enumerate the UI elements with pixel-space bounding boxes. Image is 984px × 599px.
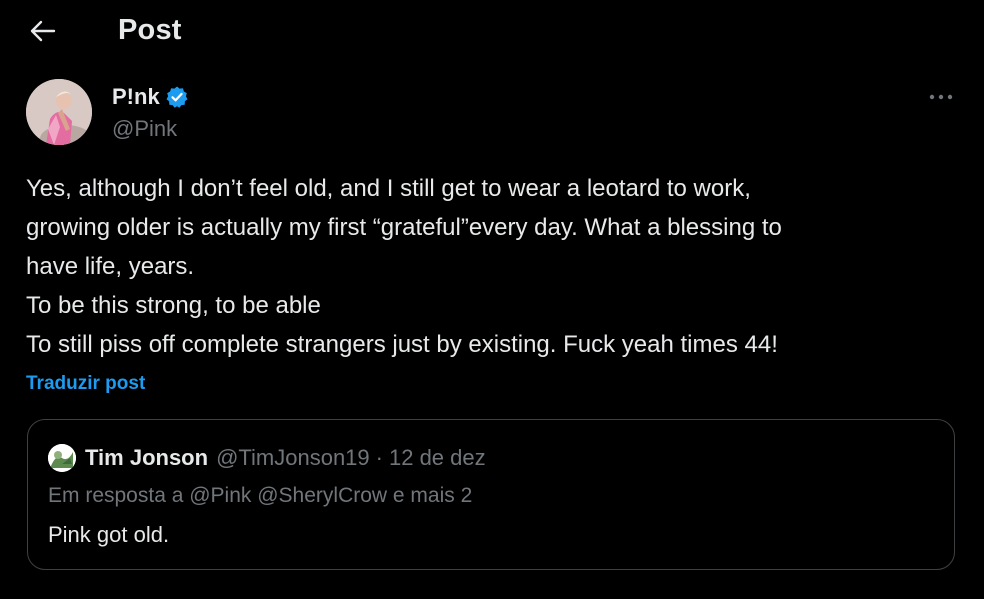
- quoted-author-avatar[interactable]: [48, 444, 76, 472]
- author-info: P!nk @Pink: [112, 83, 189, 142]
- post-text-line: have life, years.: [26, 253, 195, 280]
- arrow-left-icon: [30, 20, 56, 42]
- post-header: Post: [0, 0, 984, 66]
- more-options-button[interactable]: [922, 82, 960, 112]
- page-title: Post: [118, 14, 182, 46]
- post-text: Yes, although I don’t feel old, and I st…: [26, 169, 961, 364]
- author-name[interactable]: P!nk: [112, 84, 160, 110]
- author-avatar[interactable]: [26, 79, 92, 145]
- quoted-post-header: Tim Jonson @TimJonson19 · 12 de dez: [48, 444, 486, 472]
- more-horizontal-icon: [929, 94, 953, 100]
- quoted-post[interactable]: Tim Jonson @TimJonson19 · 12 de dez Em r…: [27, 419, 955, 570]
- quoted-post-date[interactable]: 12 de dez: [389, 445, 486, 471]
- quoted-author-handle[interactable]: @TimJonson19: [216, 445, 370, 471]
- reply-context: Em resposta a @Pink @SherylCrow e mais 2: [48, 484, 473, 507]
- separator-dot: ·: [375, 445, 383, 470]
- back-button[interactable]: [26, 14, 60, 48]
- post-text-line: growing older is actually my first “grat…: [26, 214, 782, 241]
- post-text-line: To still piss off complete strangers jus…: [26, 331, 778, 358]
- quoted-author-name[interactable]: Tim Jonson: [85, 445, 208, 471]
- translate-post-link[interactable]: Traduzir post: [26, 373, 145, 395]
- post-text-line: Yes, although I don’t feel old, and I st…: [26, 175, 751, 202]
- quoted-post-text: Pink got old.: [48, 522, 170, 547]
- post-text-line: To be this strong, to be able: [26, 292, 321, 319]
- verified-badge-icon: [166, 86, 188, 108]
- author-handle[interactable]: @Pink: [112, 116, 189, 142]
